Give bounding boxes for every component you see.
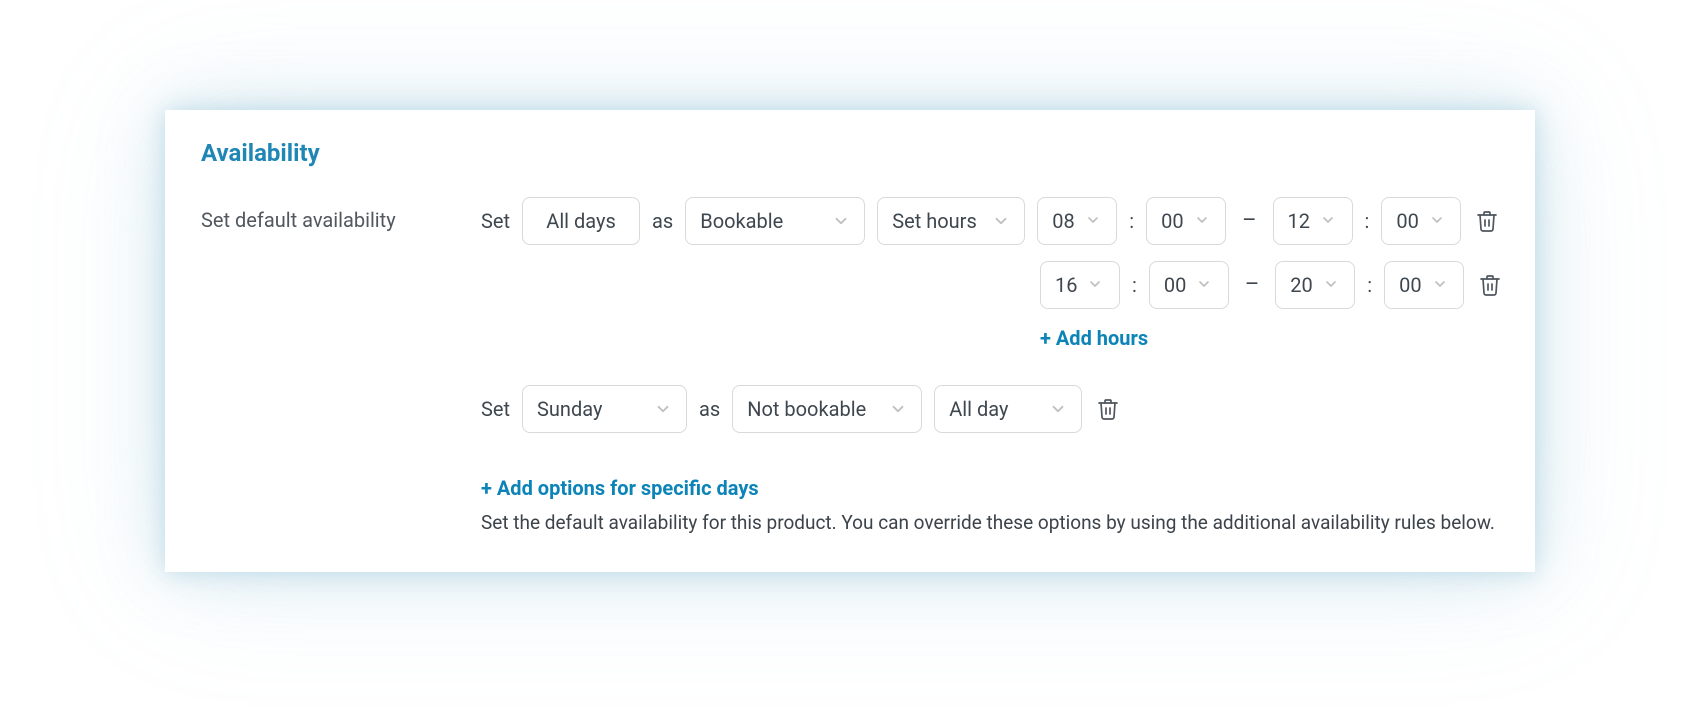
chevron-down-icon <box>1087 276 1105 294</box>
colon: : <box>1367 272 1372 298</box>
chevron-down-icon <box>1049 400 1067 418</box>
row-label: Set default availability <box>201 197 481 233</box>
status-select-value: Not bookable <box>747 396 866 422</box>
add-hours-link[interactable]: + Add hours <box>1040 325 1148 351</box>
viewport: Availability Set default availability Se… <box>0 0 1700 707</box>
extra-hours-line-0-1: 16 : 00 – 20 <box>481 261 1504 309</box>
trash-icon <box>1096 397 1120 421</box>
add-hours-line: + Add hours <box>481 325 1504 351</box>
chevron-down-icon <box>1429 212 1447 230</box>
availability-panel: Availability Set default availability Se… <box>165 110 1535 572</box>
to-hour-value: 20 <box>1290 272 1312 298</box>
trash-icon <box>1475 209 1499 233</box>
rule-line-1: Set Sunday as Not bookable <box>481 385 1504 433</box>
chevron-down-icon <box>1085 212 1103 230</box>
word-set: Set <box>481 396 510 422</box>
time-range-0-0: 08 : 00 – 12 <box>1037 197 1461 245</box>
status-select-value: Bookable <box>700 208 783 234</box>
word-set: Set <box>481 208 510 234</box>
word-as: as <box>699 396 720 422</box>
hours-mode-value: All day <box>949 396 1008 422</box>
to-hour[interactable]: 20 <box>1275 261 1355 309</box>
helper-text: Set the default availability for this pr… <box>481 511 1504 536</box>
from-minute-value: 00 <box>1164 272 1186 298</box>
day-select-value: All days <box>546 208 616 234</box>
default-availability-row: Set default availability Set All days as… <box>201 197 1499 536</box>
to-minute[interactable]: 00 <box>1384 261 1464 309</box>
day-select-value: Sunday <box>537 396 602 422</box>
delete-time-range-button[interactable] <box>1473 207 1501 235</box>
to-hour-value: 12 <box>1288 208 1310 234</box>
chevron-down-icon <box>1323 276 1341 294</box>
day-select-0[interactable]: All days <box>522 197 640 245</box>
to-hour[interactable]: 12 <box>1273 197 1353 245</box>
from-minute[interactable]: 00 <box>1149 261 1229 309</box>
dash: – <box>1238 207 1260 236</box>
chevron-down-icon <box>992 212 1010 230</box>
rule-block-all-days: Set All days as Bookable Set h <box>481 197 1504 351</box>
chevron-down-icon <box>889 400 907 418</box>
trash-icon <box>1478 273 1502 297</box>
colon: : <box>1129 208 1134 234</box>
colon: : <box>1132 272 1137 298</box>
rules-container: Set All days as Bookable Set h <box>481 197 1504 536</box>
rule-block-sunday: Set Sunday as Not bookable <box>481 385 1504 433</box>
from-hour-value: 16 <box>1055 272 1077 298</box>
delete-rule-button[interactable] <box>1094 395 1122 423</box>
from-hour[interactable]: 16 <box>1040 261 1120 309</box>
day-select-1[interactable]: Sunday <box>522 385 687 433</box>
rule-line-0: Set All days as Bookable Set h <box>481 197 1504 245</box>
colon: : <box>1365 208 1370 234</box>
dash: – <box>1241 271 1263 300</box>
to-minute-value: 00 <box>1396 208 1418 234</box>
hours-mode-value: Set hours <box>892 208 977 234</box>
hours-mode-select-1[interactable]: All day <box>934 385 1082 433</box>
status-select-1[interactable]: Not bookable <box>732 385 922 433</box>
from-hour-value: 08 <box>1052 208 1074 234</box>
hours-mode-select-0[interactable]: Set hours <box>877 197 1025 245</box>
footer: + Add options for specific days Set the … <box>481 475 1504 536</box>
chevron-down-icon <box>832 212 850 230</box>
to-minute[interactable]: 00 <box>1381 197 1461 245</box>
delete-time-range-button[interactable] <box>1476 271 1504 299</box>
chevron-down-icon <box>1194 212 1212 230</box>
time-range-0-1: 16 : 00 – 20 <box>1040 261 1464 309</box>
chevron-down-icon <box>1320 212 1338 230</box>
chevron-down-icon <box>1432 276 1450 294</box>
chevron-down-icon <box>654 400 672 418</box>
word-as: as <box>652 208 673 234</box>
from-hour[interactable]: 08 <box>1037 197 1117 245</box>
add-specific-days-link[interactable]: + Add options for specific days <box>481 475 1504 501</box>
from-minute[interactable]: 00 <box>1146 197 1226 245</box>
from-minute-value: 00 <box>1161 208 1183 234</box>
status-select-0[interactable]: Bookable <box>685 197 865 245</box>
to-minute-value: 00 <box>1399 272 1421 298</box>
chevron-down-icon <box>1196 276 1214 294</box>
section-title: Availability <box>201 138 1499 169</box>
